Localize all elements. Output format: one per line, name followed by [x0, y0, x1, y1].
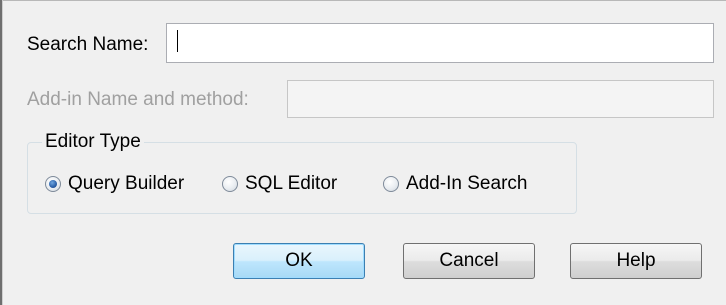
search-name-input[interactable]: [166, 23, 714, 63]
radio-unchecked-icon: [383, 176, 399, 192]
radio-addin-search-label: Add-In Search: [406, 173, 528, 194]
dialog-left-border-highlight: [2, 0, 3, 305]
search-dialog: Search Name: Add-in Name and method: Edi…: [0, 0, 726, 305]
radio-checked-icon: [45, 176, 61, 192]
search-name-label: Search Name:: [27, 34, 149, 55]
addin-name-label: Add-in Name and method:: [27, 89, 249, 110]
help-button[interactable]: Help: [570, 243, 702, 279]
ok-button[interactable]: OK: [233, 243, 365, 279]
editor-type-title: Editor Type: [42, 131, 144, 153]
radio-sql-editor-label: SQL Editor: [245, 173, 338, 194]
radio-query-builder-label: Query Builder: [68, 173, 185, 194]
text-caret: [177, 30, 178, 52]
radio-addin-search[interactable]: Add-In Search: [383, 173, 527, 195]
cancel-button[interactable]: Cancel: [403, 243, 535, 279]
addin-name-input[interactable]: [287, 80, 714, 118]
dialog-top-border: [0, 0, 726, 1]
radio-unchecked-icon: [222, 176, 238, 192]
radio-query-builder[interactable]: Query Builder: [45, 173, 184, 195]
radio-sql-editor[interactable]: SQL Editor: [222, 173, 337, 195]
